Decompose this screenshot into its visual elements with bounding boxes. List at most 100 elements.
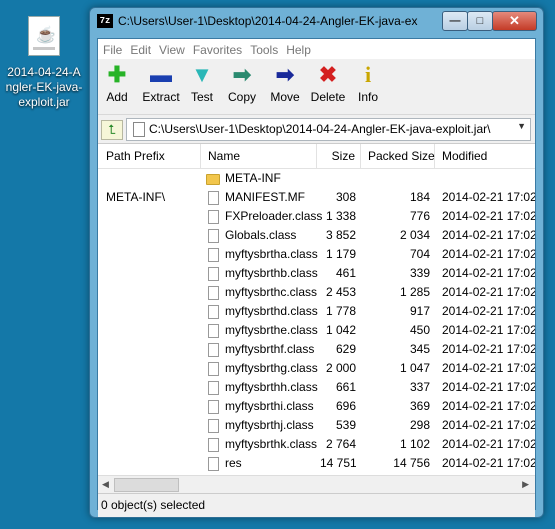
menu-favorites[interactable]: Favorites (189, 39, 246, 61)
menu-help[interactable]: Help (282, 39, 315, 61)
packed-size-cell: 704 (409, 247, 430, 261)
folder-icon (206, 174, 220, 185)
list-item[interactable]: myftysbrthg.class 2 000 1 047 2014-02-21 17… (98, 359, 535, 378)
info-button[interactable]: i Info (355, 63, 381, 105)
list-item[interactable]: myftysbrthf.class 629 345 2014-02-21 17:02 (98, 340, 535, 359)
modified-cell: 2014-02-21 17:02 (442, 437, 535, 451)
extract-button[interactable]: ▬ Extract (140, 63, 182, 105)
name-cell: myftysbrthk.class (225, 437, 318, 451)
size-cell: 539 (335, 418, 356, 432)
size-cell: 629 (335, 342, 356, 356)
test-button[interactable]: ▼ Test (187, 63, 217, 105)
close-button[interactable]: ✕ (492, 11, 537, 31)
list-item[interactable]: META-INF\ MANIFEST.MF 308 184 2014-02-21 17:… (98, 188, 535, 207)
path-prefix-cell: META-INF\ (106, 190, 166, 204)
menu-file[interactable]: File (98, 39, 126, 61)
packed-size-cell: 917 (409, 304, 430, 318)
menu-view[interactable]: View (155, 39, 189, 61)
column-path-prefix[interactable]: Path Prefix (98, 144, 201, 168)
list-item[interactable]: myftysbrthe.class 1 042 450 2014-02-21 17:0… (98, 321, 535, 340)
move-label: Move (270, 90, 300, 104)
address-combo[interactable]: C:\Users\User-1\Desktop\2014-04-24-Angle… (126, 118, 531, 141)
test-label: Test (190, 90, 213, 104)
add-label: Add (106, 90, 128, 104)
name-cell: myftysbrthd.class (225, 304, 318, 318)
file-icon (208, 248, 219, 262)
size-cell: 1 778 (325, 304, 356, 318)
delete-icon: ✖ (318, 62, 338, 87)
desktop-icon-label: 2014-04-24-Angler-EK-java-exploit.jar (5, 65, 83, 109)
file-icon (208, 286, 219, 300)
packed-size-cell: 776 (409, 209, 430, 223)
delete-button[interactable]: ✖ Delete (309, 62, 347, 105)
packed-size-cell: 14 756 (393, 456, 430, 470)
modified-cell: 2014-02-21 17:02 (442, 361, 535, 375)
size-cell: 2 764 (325, 437, 356, 451)
list-header: Path Prefix Name Size Packed Size Modifi… (98, 144, 535, 169)
name-cell: Globals.class (225, 228, 297, 242)
list-item[interactable]: myftysbrthi.class 696 369 2014-02-21 17:02 (98, 397, 535, 416)
add-button[interactable]: ✚ Add (102, 63, 132, 105)
packed-size-cell: 369 (409, 399, 430, 413)
column-name[interactable]: Name (201, 144, 317, 168)
list-item[interactable]: myftysbrthc.class 2 453 1 285 2014-02-21 17… (98, 283, 535, 302)
scroll-left-icon[interactable]: ◀ (102, 479, 109, 490)
list-item[interactable]: META-INF (98, 169, 535, 188)
file-icon (208, 400, 219, 414)
minimize-button[interactable]: — (442, 11, 468, 31)
packed-size-cell: 339 (409, 266, 430, 280)
file-icon (208, 191, 219, 205)
list-item[interactable]: myftysbrthb.class 461 339 2014-02-21 17:02 (98, 264, 535, 283)
file-list[interactable]: Path Prefix Name Size Packed Size Modifi… (98, 143, 535, 476)
modified-cell: 2014-02-21 17:02 (442, 456, 535, 470)
scroll-thumb[interactable] (114, 478, 179, 492)
modified-cell: 2014-02-21 17:02 (442, 380, 535, 394)
archive-file-icon (133, 122, 145, 137)
extract-label: Extract (142, 90, 180, 104)
toolbar: ✚ Add ▬ Extract ▼ Test ➡ Copy ➡ Move ✖ D… (98, 59, 535, 115)
size-cell: 3 852 (325, 228, 356, 242)
title-bar[interactable]: 7z C:\Users\User-1\Desktop\2014-04-24-An… (90, 8, 543, 37)
size-cell: 1 179 (325, 247, 356, 261)
list-item[interactable]: myftysbrthd.class 1 778 917 2014-02-21 17:0… (98, 302, 535, 321)
modified-cell: 2014-02-21 17:02 (442, 342, 535, 356)
name-cell: myftysbrthf.class (225, 342, 315, 356)
modified-cell: 2014-02-21 17:02 (442, 285, 535, 299)
horizontal-scrollbar[interactable]: ◀ ▶ (98, 475, 535, 493)
file-icon (208, 267, 219, 281)
list-item[interactable]: Globals.class 3 852 2 034 2014-02-21 17:02 (98, 226, 535, 245)
list-item[interactable]: myftysbrthh.class 661 337 2014-02-21 17:02 (98, 378, 535, 397)
list-item[interactable]: res 14 751 14 756 2014-02-21 17:02 (98, 454, 535, 473)
size-cell: 14 751 (320, 456, 356, 470)
scroll-right-icon[interactable]: ▶ (522, 479, 529, 490)
menu-tools[interactable]: Tools (246, 39, 282, 61)
maximize-button[interactable]: □ (467, 11, 493, 31)
column-size[interactable]: Size (317, 144, 361, 168)
copy-icon: ➡ (232, 62, 252, 87)
size-cell: 461 (335, 266, 356, 280)
delete-label: Delete (310, 90, 346, 104)
modified-cell: 2014-02-21 17:02 (442, 190, 535, 204)
chevron-down-icon[interactable]: ▼ (517, 121, 526, 131)
column-modified[interactable]: Modified (435, 144, 535, 168)
status-text: 0 object(s) selected (101, 498, 206, 512)
list-rows: META-INF META-INF\ MANIFEST.MF 308 184 2014-0… (98, 169, 535, 473)
move-button[interactable]: ➡ Move (268, 63, 302, 105)
status-bar: 0 object(s) selected (98, 493, 535, 517)
column-packed-size[interactable]: Packed Size (361, 144, 435, 168)
list-item[interactable]: myftysbrtha.class 1 179 704 2014-02-21 17:0… (98, 245, 535, 264)
size-cell: 661 (335, 380, 356, 394)
list-item[interactable]: myftysbrthj.class 539 298 2014-02-21 17:02 (98, 416, 535, 435)
menu-edit[interactable]: Edit (126, 39, 155, 61)
file-icon (208, 343, 219, 357)
desktop-jar-file[interactable]: ☕ 2014-04-24-Angler-EK-java-exploit.jar (4, 16, 84, 110)
jar-file-icon: ☕ (28, 16, 60, 56)
modified-cell: 2014-02-21 17:02 (442, 228, 535, 242)
archive-window: 7z C:\Users\User-1\Desktop\2014-04-24-An… (89, 7, 544, 518)
size-cell: 308 (335, 190, 356, 204)
list-item[interactable]: myftysbrthk.class 2 764 1 102 2014-02-21 17… (98, 435, 535, 454)
up-folder-button[interactable]: ⮤ (101, 120, 123, 140)
file-icon (208, 305, 219, 319)
copy-button[interactable]: ➡ Copy (226, 62, 258, 105)
list-item[interactable]: FXPreloader.class 1 338 776 2014-02-21 17:0… (98, 207, 535, 226)
